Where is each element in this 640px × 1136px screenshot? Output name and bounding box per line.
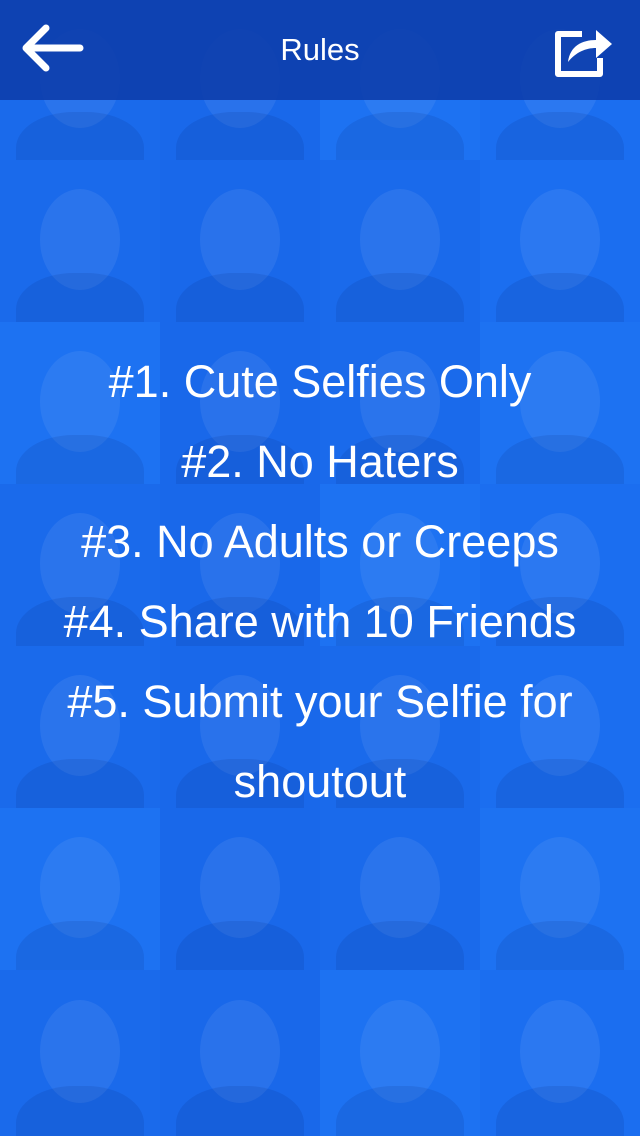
arrow-left-icon xyxy=(22,24,84,72)
photo-tile xyxy=(160,970,320,1136)
page-title: Rules xyxy=(280,32,360,67)
photo-tile xyxy=(480,808,640,970)
photo-tile xyxy=(480,160,640,322)
rules-list: #1. Cute Selfies Only #2. No Haters #3. … xyxy=(0,342,640,822)
share-button[interactable] xyxy=(548,20,616,80)
photo-tile xyxy=(160,160,320,322)
rule-item: #2. No Haters xyxy=(181,436,459,487)
photo-tile xyxy=(320,970,480,1136)
rule-item: #3. No Adults or Creeps xyxy=(81,516,559,567)
rule-item: #5. Submit your Selfie for shoutout xyxy=(67,676,573,807)
navigation-bar: Rules xyxy=(0,0,640,100)
back-button[interactable] xyxy=(18,22,86,74)
rule-item: #4. Share with 10 Friends xyxy=(63,596,577,647)
photo-tile xyxy=(480,970,640,1136)
photo-tile xyxy=(0,160,160,322)
photo-tile xyxy=(320,808,480,970)
photo-tile xyxy=(320,160,480,322)
photo-tile xyxy=(160,808,320,970)
share-icon xyxy=(555,30,612,77)
photo-tile xyxy=(0,970,160,1136)
photo-tile xyxy=(0,808,160,970)
rule-item: #1. Cute Selfies Only xyxy=(108,356,532,407)
